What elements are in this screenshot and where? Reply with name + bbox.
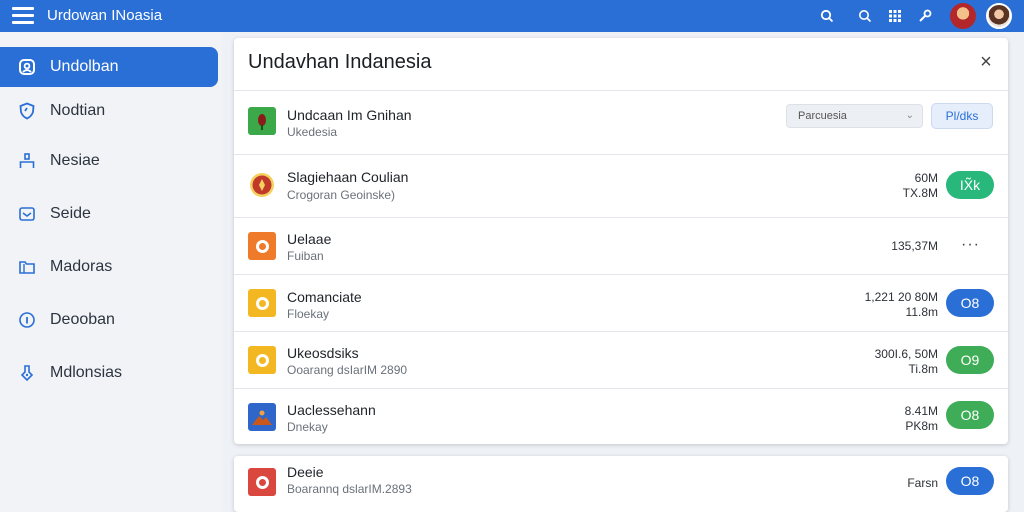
sidebar-item-undolban[interactable]: Undolban [0,47,218,87]
circle-orange-icon [248,232,276,260]
row-subtitle: Ukedesia [287,125,338,139]
more-options-icon[interactable]: ··· [961,236,980,254]
row-title: Uelaae [287,231,332,247]
zoom-icon[interactable] [850,2,880,30]
row-title: Deeie [287,464,324,480]
row-title: Undcaan Im Gnihan [287,107,412,123]
row-subtitle: Floekay [287,307,330,321]
app-title: Urdowan INoasia [47,7,163,24]
row-meta-primary: 8.41M [904,404,938,418]
shield-icon [17,101,37,121]
top-app-bar: Urdowan INoasia [0,0,1024,32]
home-icon [17,57,37,77]
sidebar-item-label: Nesiae [50,152,100,169]
app-green-icon [248,107,276,135]
close-icon[interactable]: × [976,52,996,72]
row-meta: 135,37M [891,239,938,254]
sidebar-item-label: Mdlonsias [50,364,123,381]
list-item[interactable]: Uelaae Fuiban 135,37M ··· [234,217,1008,274]
row-action-button[interactable]: O8 [946,401,994,429]
list-item[interactable]: Uaclessehann Dnekay 8.41M PK8m O8 [234,388,1008,444]
row-title: Uaclessehann [287,402,376,418]
row-meta-primary: 300I.6, 50M [874,347,938,361]
circle-red-icon [248,468,276,496]
sidebar-item-label: Madoras [50,258,113,275]
row-subtitle: Boarannq dslarIM.2893 [287,482,412,496]
row-meta-secondary: PK8m [905,419,938,433]
row-action-button[interactable]: O8 [946,467,994,495]
row-title: Comanciate [287,289,362,305]
list-item[interactable]: Slagiehaan Coulian Crogoran Geoinske) 60… [234,154,1008,217]
row-action-button[interactable]: O8 [946,289,994,317]
circle-yellow-icon [248,289,276,317]
row-meta-secondary: Ti.8m [908,362,938,376]
person-icon [17,151,37,171]
main-panel: Undavhan Indanesia × Undcaan Im Gnihan U… [234,38,1008,444]
row-action-button[interactable]: O9 [946,346,994,374]
list-item[interactable]: Deeie Boarannq dslarIM.2893 Farsn O8 [234,456,1008,512]
row-subtitle: Dnekay [287,420,328,434]
sidebar-item-mdlonsias[interactable]: Mdlonsias [0,353,218,393]
row-subtitle: Crogoran Geoinske) [287,188,396,202]
circle-yellow2-icon [248,346,276,374]
sidebar-item-label: Undolban [50,58,119,75]
row-meta-primary: 60M [914,171,938,185]
filter-value: Parcuesia [798,110,847,122]
row-meta: Farsn [907,476,938,491]
search-icon[interactable] [812,2,842,30]
landscape-icon [248,403,276,431]
sidebar-item-label: Seide [50,205,91,222]
filter-select[interactable]: Parcuesia ⌄ [786,104,923,128]
row-title: Ukeosdsiks [287,345,359,361]
user-avatar[interactable] [986,3,1012,29]
emblem-icon [248,171,276,199]
row-title: Slagiehaan Coulian [287,169,409,185]
row-subtitle: Ooarang dsIarIM 2890 [287,363,408,377]
action-button[interactable]: Pl/dks [931,103,993,129]
wrench-icon[interactable] [910,2,940,30]
top-actions [812,2,1012,30]
sidebar-item-nesiae[interactable]: Nesiae [0,141,218,181]
row-meta: 300I.6, 50M Ti.8m [875,347,938,377]
apps-grid-icon[interactable] [880,2,910,30]
row-meta-secondary: 11.8m [905,305,938,319]
sidebar-item-nodtian[interactable]: Nodtian [0,91,218,131]
row-meta-secondary: TX.8M [902,186,938,200]
mail-icon [17,204,37,224]
sidebar-item-seide[interactable]: Seide [0,194,218,234]
info-icon [17,310,37,330]
row-action-button[interactable]: IX̃k [946,171,994,199]
row-meta: 60M TX.8M [903,171,938,201]
list-item[interactable]: Comanciate Floekay 1,221 20 80M 11.8m O8 [234,274,1008,331]
list-item[interactable]: Ukeosdsiks Ooarang dsIarIM 2890 300I.6, … [234,331,1008,388]
sidebar-item-label: Deooban [50,311,115,328]
panel-title: Undavhan Indanesia [248,51,432,73]
row-meta-primary: Farsn [907,476,938,490]
sidebar: Undolban Nodtian Nesiae Seide Madoras De… [0,32,222,512]
tag-icon [17,363,37,383]
row-meta: 1,221 20 80M 11.8m [865,290,938,320]
row-meta: 8.41M PK8m [905,404,938,434]
chevron-down-icon: ⌄ [905,110,914,121]
sidebar-item-deooban[interactable]: Deooban [0,300,218,340]
sidebar-item-label: Nodtian [50,102,106,119]
secondary-card: Deeie Boarannq dslarIM.2893 Farsn O8 [234,456,1008,512]
row-subtitle: Fuiban [287,249,324,263]
row-meta-primary: 135,37M [891,239,938,253]
sidebar-item-madoras[interactable]: Madoras [0,247,218,287]
folder-icon [17,257,37,277]
avatar-icon[interactable] [950,3,976,29]
menu-icon[interactable] [12,7,34,25]
row-meta-primary: 1,221 20 80M [864,290,938,304]
